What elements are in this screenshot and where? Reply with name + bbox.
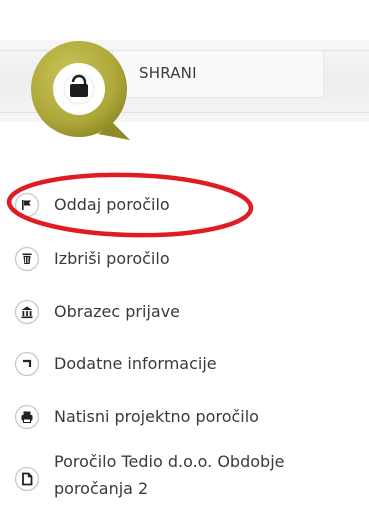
building-icon <box>14 299 40 325</box>
save-panel: SHRANI <box>0 0 369 140</box>
lock-icon <box>31 41 130 140</box>
trash-icon <box>14 246 40 272</box>
menu-item-label: Dodatne informacije <box>54 354 217 373</box>
highlight-ring <box>4 169 256 241</box>
menu-item-label: Obrazec prijave <box>54 302 180 321</box>
menu-item-label: Poročilo Tedio d.o.o. Obdobje poročanja … <box>54 452 285 498</box>
save-lock-badge[interactable] <box>28 38 130 140</box>
menu-item-delete-report[interactable]: Izbriši poročilo <box>0 246 369 272</box>
menu-item-label: Natisni projektno poročilo <box>54 407 259 426</box>
printer-icon <box>14 404 40 430</box>
info-corner-icon <box>14 351 40 377</box>
menu-item-tedio-report[interactable]: Poročilo Tedio d.o.o. Obdobje poročanja … <box>0 448 369 504</box>
menu-item-label: Izbriši poročilo <box>54 249 170 268</box>
menu-item-print-report[interactable]: Natisni projektno poročilo <box>0 404 369 430</box>
menu-item-additional-info[interactable]: Dodatne informacije <box>0 351 369 377</box>
save-button[interactable]: SHRANI <box>112 50 324 98</box>
menu-item-application-form[interactable]: Obrazec prijave <box>0 299 369 325</box>
save-button-label: SHRANI <box>139 64 197 82</box>
document-icon <box>14 466 40 492</box>
